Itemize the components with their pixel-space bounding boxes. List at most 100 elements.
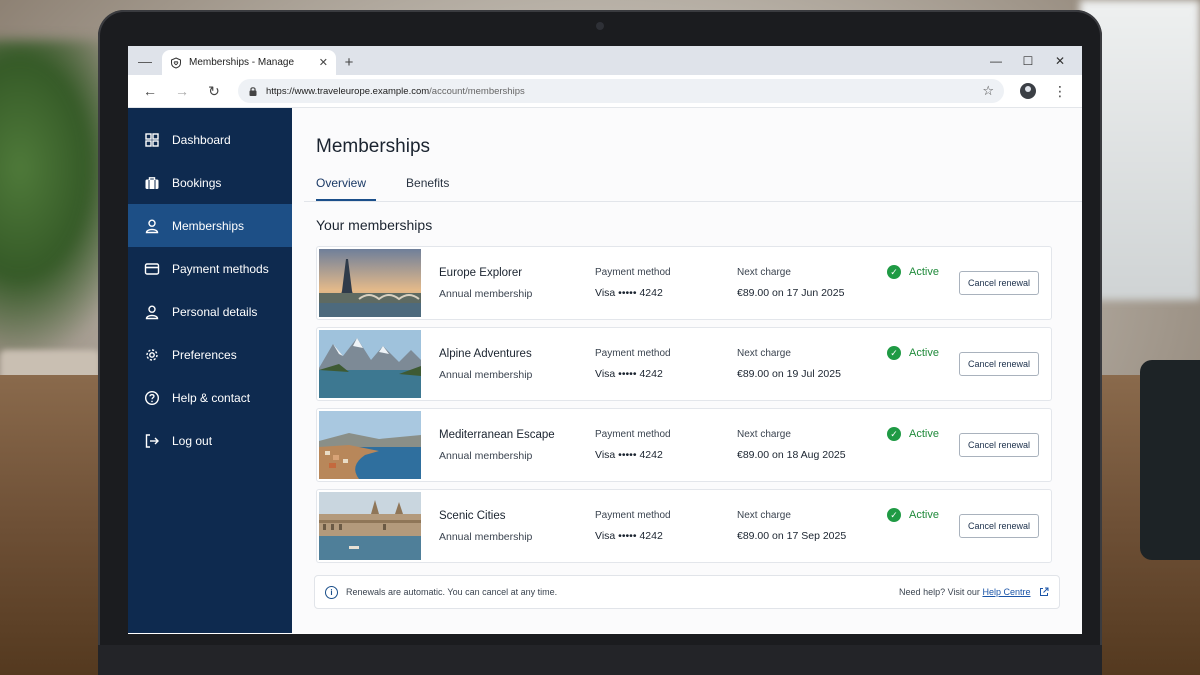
check-circle-icon: ✓	[887, 427, 901, 441]
minimize-icon[interactable]: —	[980, 46, 1012, 75]
cancel-renewal-button[interactable]: Cancel renewal	[959, 433, 1039, 457]
paris-eiffel-tower-photo	[319, 249, 421, 317]
next-charge-block: Next charge €89.00 on 19 Jul 2025	[737, 348, 887, 380]
next-charge-label: Next charge	[737, 267, 791, 278]
laptop: — Memberships - Manage ✕ + — ☐ ✕ ← → ↻ h…	[98, 10, 1102, 675]
page-tabs: Overview Benefits	[304, 176, 1082, 202]
sidebar-item-preferences[interactable]: Preferences	[128, 333, 292, 376]
address-bar[interactable]: https://www.traveleurope.example.com/acc…	[238, 79, 1004, 103]
gear-icon	[146, 348, 158, 361]
sidebar-item-label: Personal details	[172, 304, 258, 319]
notice-text: Renewals are automatic. You can cancel a…	[346, 587, 558, 597]
sidebar-item-dashboard[interactable]: Dashboard	[128, 118, 292, 161]
sidebar-item-bookings[interactable]: Bookings	[128, 161, 292, 204]
membership-name: Alpine Adventures	[439, 347, 532, 360]
sidebar-item-label: Help & contact	[172, 390, 251, 405]
sidebar-item-label: Dashboard	[172, 132, 231, 147]
help-circle-icon	[144, 390, 160, 405]
browser-toolbar: ← → ↻ https://www.traveleurope.example.c…	[128, 75, 1082, 108]
sidebar-item-help-contact[interactable]: Help & contact	[128, 376, 292, 419]
sidebar: Dashboard Bookings Memberships Payment m…	[128, 108, 292, 633]
window-close-icon[interactable]: ✕	[1044, 46, 1076, 75]
next-charge-block: Next charge €89.00 on 17 Jun 2025	[737, 267, 887, 299]
tab-close-icon[interactable]: ✕	[319, 56, 328, 69]
briefcase-icon	[145, 176, 159, 189]
user-icon	[145, 218, 159, 233]
status-text: Active	[909, 347, 939, 359]
membership-name-block: Mediterranean Escape Annual membership	[439, 429, 595, 462]
sidebar-item-label: Bookings	[172, 175, 222, 190]
sidebar-item-label: Payment methods	[172, 261, 269, 276]
menu-kebab-icon[interactable]: ⋮	[1046, 77, 1074, 105]
browser-tab[interactable]: Memberships - Manage ✕	[162, 50, 336, 75]
sidebar-item-label: Preferences	[172, 347, 237, 362]
payment-method-label: Payment method	[595, 510, 671, 521]
check-circle-icon: ✓	[887, 508, 901, 522]
membership-name-block: Scenic Cities Annual membership	[439, 510, 595, 543]
browser-tab-bar: — Memberships - Manage ✕ + — ☐ ✕	[128, 46, 1082, 75]
laptop-bezel-bottom	[98, 645, 1102, 675]
next-charge-value: €89.00 on 17 Sep 2025	[737, 530, 847, 542]
membership-type: Annual membership	[439, 368, 533, 381]
sidebar-item-personal-details[interactable]: Personal details	[128, 290, 292, 333]
status-text: Active	[909, 266, 939, 278]
webcam	[596, 22, 604, 30]
membership-card: Alpine Adventures Annual membership Paym…	[316, 327, 1052, 401]
payment-method-block: Payment method Visa ••••• 4242	[595, 348, 737, 380]
cancel-renewal-button[interactable]: Cancel renewal	[959, 352, 1039, 376]
shield-heart-icon	[171, 56, 181, 69]
membership-card: Mediterranean Escape Annual membership P…	[316, 408, 1052, 482]
next-charge-label: Next charge	[737, 348, 791, 359]
payment-method-block: Payment method Visa ••••• 4242	[595, 429, 737, 461]
url-text: https://www.traveleurope.example.com/acc…	[266, 86, 974, 97]
membership-name: Europe Explorer	[439, 266, 523, 279]
user-icon	[145, 304, 159, 319]
help-prefix: Need help? Visit our	[899, 586, 980, 597]
status-badge: ✓ Active	[887, 427, 959, 441]
sidebar-item-label: Memberships	[172, 218, 245, 233]
external-link-icon[interactable]	[1039, 587, 1049, 597]
tab-title: Memberships - Manage	[189, 57, 295, 68]
tab-search-icon[interactable]: —	[128, 46, 162, 75]
sidebar-item-memberships[interactable]: Memberships	[128, 204, 292, 247]
membership-type: Annual membership	[439, 287, 533, 300]
payment-method-label: Payment method	[595, 267, 671, 278]
help-text: Need help? Visit our Help Centre	[899, 587, 1049, 598]
logout-icon	[145, 433, 159, 448]
cancel-renewal-button[interactable]: Cancel renewal	[959, 271, 1039, 295]
sidebar-item-payment-methods[interactable]: Payment methods	[128, 247, 292, 290]
tab-overview[interactable]: Overview	[316, 176, 377, 201]
membership-card: Europe Explorer Annual membership Paymen…	[316, 246, 1052, 320]
riverside-city-photo	[319, 492, 421, 560]
status-text: Active	[909, 509, 939, 521]
laptop-screen: — Memberships - Manage ✕ + — ☐ ✕ ← → ↻ h…	[128, 46, 1082, 634]
new-tab-icon[interactable]: +	[336, 50, 362, 75]
sidebar-item-log-out[interactable]: Log out	[128, 419, 292, 462]
url-host: https://www.traveleurope.example.com	[266, 85, 430, 97]
profile-avatar-icon[interactable]	[1020, 83, 1036, 99]
forward-arrow-icon[interactable]: →	[168, 77, 196, 105]
membership-name-block: Alpine Adventures Annual membership	[439, 348, 595, 381]
membership-name-block: Europe Explorer Annual membership	[439, 267, 595, 300]
next-charge-block: Next charge €89.00 on 18 Aug 2025	[737, 429, 887, 461]
status-badge: ✓ Active	[887, 346, 959, 360]
payment-method-label: Payment method	[595, 429, 671, 440]
tab-benefits[interactable]: Benefits	[406, 176, 461, 201]
payment-method-value: Visa ••••• 4242	[595, 287, 663, 299]
next-charge-value: €89.00 on 17 Jun 2025	[737, 287, 845, 299]
url-path: /account/memberships	[429, 85, 525, 97]
cancel-renewal-button[interactable]: Cancel renewal	[959, 514, 1039, 538]
help-centre-link[interactable]: Help Centre	[982, 587, 1030, 597]
credit-card-icon	[144, 262, 160, 275]
background-mug	[1140, 360, 1200, 560]
membership-type: Annual membership	[439, 449, 533, 462]
back-arrow-icon[interactable]: ←	[136, 77, 164, 105]
payment-method-block: Payment method Visa ••••• 4242	[595, 510, 737, 542]
bookmark-star-icon[interactable]: ☆	[982, 83, 994, 99]
sidebar-item-label: Log out	[172, 433, 213, 448]
next-charge-label: Next charge	[737, 510, 791, 521]
window-controls: — ☐ ✕	[980, 46, 1076, 75]
maximize-icon[interactable]: ☐	[1012, 46, 1044, 75]
reload-icon[interactable]: ↻	[200, 77, 228, 105]
check-circle-icon: ✓	[887, 265, 901, 279]
